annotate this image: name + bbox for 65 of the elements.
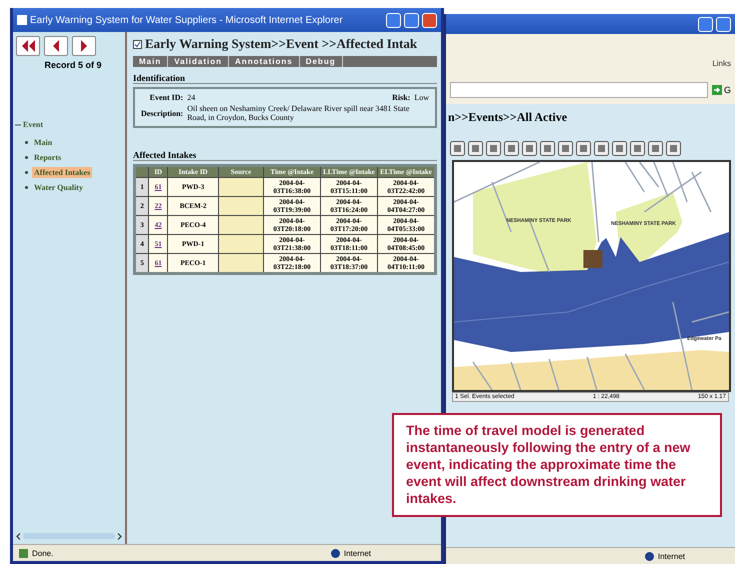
tab[interactable]: Main bbox=[133, 56, 168, 67]
tool-button-icon[interactable] bbox=[558, 141, 573, 156]
section-heading: Affected Intakes bbox=[133, 150, 437, 161]
field-value: Oil sheen on Neshaminy Creek/ Delaware River spill near 3481 State Road, in Croydon, Bucks County bbox=[187, 104, 410, 122]
checkbox-icon[interactable] bbox=[133, 40, 142, 48]
page-icon bbox=[19, 548, 28, 558]
address-field[interactable] bbox=[450, 82, 708, 98]
links-label[interactable]: Links bbox=[712, 59, 731, 68]
field-label: Risk: bbox=[392, 93, 410, 102]
tool-button-icon[interactable] bbox=[522, 141, 537, 156]
maximize-button[interactable] bbox=[404, 12, 419, 28]
tool-button-icon[interactable] bbox=[630, 141, 645, 156]
tree-item[interactable]: Event bbox=[23, 120, 43, 129]
table-cell bbox=[218, 178, 264, 196]
scroll-right-icon[interactable] bbox=[117, 532, 122, 540]
tree-item[interactable]: Reports bbox=[32, 152, 64, 163]
minimize-button[interactable] bbox=[698, 16, 713, 32]
next-record-button[interactable] bbox=[72, 36, 96, 56]
tab[interactable]: Annotations bbox=[229, 56, 300, 67]
field-value: Low bbox=[414, 93, 429, 102]
breadcrumb: Early Warning System>>Event >>Affected Intak bbox=[145, 36, 418, 52]
zone-label: Internet bbox=[658, 552, 685, 560]
tree-item[interactable]: Water Quality bbox=[32, 182, 85, 193]
globe-icon bbox=[644, 552, 654, 560]
previous-record-button[interactable] bbox=[44, 36, 68, 56]
tab[interactable]: Validation bbox=[168, 56, 230, 67]
tree-item[interactable]: Affected Intakes bbox=[32, 167, 92, 178]
tool-button-icon[interactable] bbox=[504, 141, 519, 156]
first-record-button[interactable] bbox=[16, 36, 40, 56]
table-cell bbox=[218, 254, 264, 274]
minimize-button[interactable] bbox=[386, 12, 401, 28]
tool-button-icon[interactable] bbox=[486, 141, 501, 156]
section-heading: Identification bbox=[133, 73, 437, 84]
tool-button-icon[interactable] bbox=[648, 141, 663, 156]
triangle-left-icon bbox=[52, 39, 60, 53]
tool-button-icon[interactable] bbox=[594, 141, 609, 156]
zone-label: Internet bbox=[344, 548, 371, 558]
scroll-left-icon[interactable] bbox=[16, 532, 21, 540]
tool-button-icon[interactable] bbox=[540, 141, 555, 156]
event-marker-icon[interactable] bbox=[583, 250, 602, 268]
callout: The time of travel model is generated instantaneously following the entry of a new event, indicating the approximate time the event will affect downstream drinking water intakes. bbox=[392, 413, 722, 518]
table-cell bbox=[218, 216, 264, 234]
restore-button[interactable] bbox=[716, 16, 731, 32]
tool-button-icon[interactable] bbox=[468, 141, 483, 156]
field-label: Event ID: bbox=[148, 93, 184, 102]
status-text: Done. bbox=[32, 548, 54, 558]
record-counter: Record 5 of 9 bbox=[43, 60, 102, 70]
tool-button-icon[interactable] bbox=[576, 141, 591, 156]
tool-button-icon[interactable] bbox=[612, 141, 627, 156]
tool-button-icon[interactable] bbox=[666, 141, 681, 156]
tool-button-icon[interactable] bbox=[450, 141, 465, 156]
minus-icon[interactable] bbox=[15, 122, 21, 128]
field-label: Description: bbox=[141, 108, 184, 118]
close-button[interactable] bbox=[422, 12, 437, 28]
tree-item[interactable]: Main bbox=[32, 137, 54, 148]
double-triangle-left-icon bbox=[20, 39, 36, 53]
table-cell bbox=[218, 196, 264, 216]
tab[interactable]: Debug bbox=[300, 56, 343, 67]
triangle-right-icon bbox=[80, 39, 88, 53]
page-icon bbox=[17, 15, 27, 25]
table-cell bbox=[218, 234, 264, 254]
window-title: Early Warning System for Water Suppliers - Microsoft Internet Explorer bbox=[30, 14, 344, 26]
globe-icon bbox=[330, 548, 340, 558]
breadcrumb: n>>Events>>All Active bbox=[447, 109, 568, 126]
field-value: 24 bbox=[187, 93, 196, 102]
